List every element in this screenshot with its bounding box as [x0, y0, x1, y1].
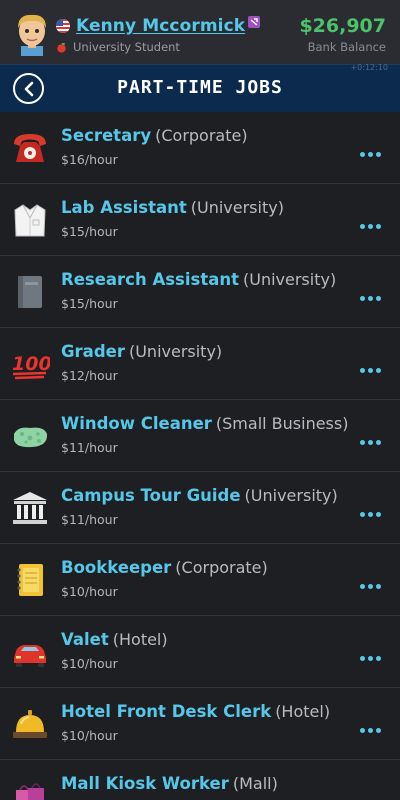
- svg-text:100: 100: [12, 353, 50, 375]
- job-pay: $11/hour: [61, 440, 118, 455]
- job-pay: $15/hour: [61, 224, 118, 239]
- avatar[interactable]: [12, 12, 52, 56]
- more-options-button[interactable]: [360, 574, 388, 589]
- more-options-button[interactable]: [360, 214, 388, 229]
- us-flag-icon: [56, 19, 70, 33]
- job-title: Grader: [61, 342, 125, 361]
- more-options-button[interactable]: [360, 646, 388, 661]
- job-row[interactable]: Hotel Front Desk Clerk (Hotel) $10/hour: [0, 688, 400, 760]
- ledger-icon: [17, 564, 43, 596]
- job-title: Window Cleaner: [61, 414, 212, 433]
- job-employer: (Mall): [232, 774, 278, 793]
- job-row[interactable]: Valet (Hotel) $10/hour: [0, 616, 400, 688]
- notebook-icon: [18, 276, 42, 308]
- sponge-icon: [14, 427, 48, 448]
- apple-icon: [57, 42, 66, 53]
- occupation: University Student: [73, 40, 180, 54]
- more-options-button[interactable]: [360, 718, 388, 733]
- bank-balance-label: Bank Balance: [307, 40, 386, 54]
- job-pay: $16/hour: [61, 152, 118, 167]
- job-employer: (Corporate): [155, 126, 248, 145]
- job-employer: (Hotel): [275, 702, 331, 721]
- top-header: Kenny Mccormick University Student $26,9…: [0, 0, 400, 64]
- lab-coat-icon: [14, 204, 46, 237]
- job-title: Campus Tour Guide: [61, 486, 241, 505]
- job-pay: $15/hour: [61, 296, 118, 311]
- job-title: Valet: [61, 630, 109, 649]
- job-pay: $10/hour: [61, 584, 118, 599]
- more-options-button[interactable]: [360, 142, 388, 157]
- more-options-button[interactable]: [360, 358, 388, 373]
- page-title: PART-TIME JOBS: [117, 77, 283, 98]
- player-name-row: Kenny Mccormick: [56, 16, 261, 36]
- job-employer: (Hotel): [112, 630, 168, 649]
- job-pay: $11/hour: [61, 512, 118, 527]
- zodiac-icon: [248, 16, 261, 28]
- job-pay: $12/hour: [61, 368, 118, 383]
- job-row[interactable]: Lab Assistant (University) $15/hour: [0, 184, 400, 256]
- job-row[interactable]: 100 Grader (University) $12/hour: [0, 328, 400, 400]
- occupation-row: University Student: [56, 40, 180, 54]
- job-row[interactable]: Research Assistant (University) $15/hour: [0, 256, 400, 328]
- job-title: Mall Kiosk Worker: [61, 774, 229, 793]
- player-name[interactable]: Kenny Mccormick: [76, 16, 245, 36]
- job-row[interactable]: Window Cleaner (Small Business) $11/hour: [0, 400, 400, 472]
- job-employer: (University): [128, 342, 223, 361]
- job-employer: (University): [243, 270, 337, 289]
- job-employer: (University): [190, 198, 284, 217]
- job-row[interactable]: Secretary (Corporate) $16/hour: [0, 112, 400, 184]
- more-options-button[interactable]: [360, 286, 388, 301]
- job-title: Bookkeeper: [61, 558, 172, 577]
- job-title: Secretary: [61, 126, 152, 145]
- job-title: Hotel Front Desk Clerk: [61, 702, 272, 721]
- job-title: Lab Assistant: [61, 198, 187, 217]
- more-options-button[interactable]: [360, 430, 388, 445]
- job-pay: $10/hour: [61, 728, 118, 743]
- bellhop-bell-icon: [13, 710, 47, 738]
- job-employer: (University): [244, 486, 338, 505]
- job-row[interactable]: Mall Kiosk Worker (Mall): [0, 760, 400, 800]
- more-options-button[interactable]: [360, 502, 388, 517]
- job-list: Secretary (Corporate) $16/hour Lab Assist…: [0, 112, 400, 800]
- job-employer: (Small Business): [215, 414, 349, 433]
- bank-balance[interactable]: $26,907: [299, 15, 386, 37]
- time-stamp: +0:12:10: [350, 63, 388, 72]
- classical-building-icon: [13, 492, 47, 524]
- shopping-bags-icon: [16, 783, 44, 800]
- job-row[interactable]: Bookkeeper (Corporate) $10/hour: [0, 544, 400, 616]
- job-pay: $10/hour: [61, 656, 118, 671]
- title-bar: PART-TIME JOBS: [0, 64, 400, 112]
- job-title: Research Assistant: [61, 270, 239, 289]
- job-row[interactable]: Campus Tour Guide (University) $11/hour: [0, 472, 400, 544]
- car-icon: [14, 645, 46, 667]
- hundred-points-icon: 100: [12, 353, 50, 380]
- job-employer: (Corporate): [175, 558, 268, 577]
- telephone-icon: [14, 134, 46, 162]
